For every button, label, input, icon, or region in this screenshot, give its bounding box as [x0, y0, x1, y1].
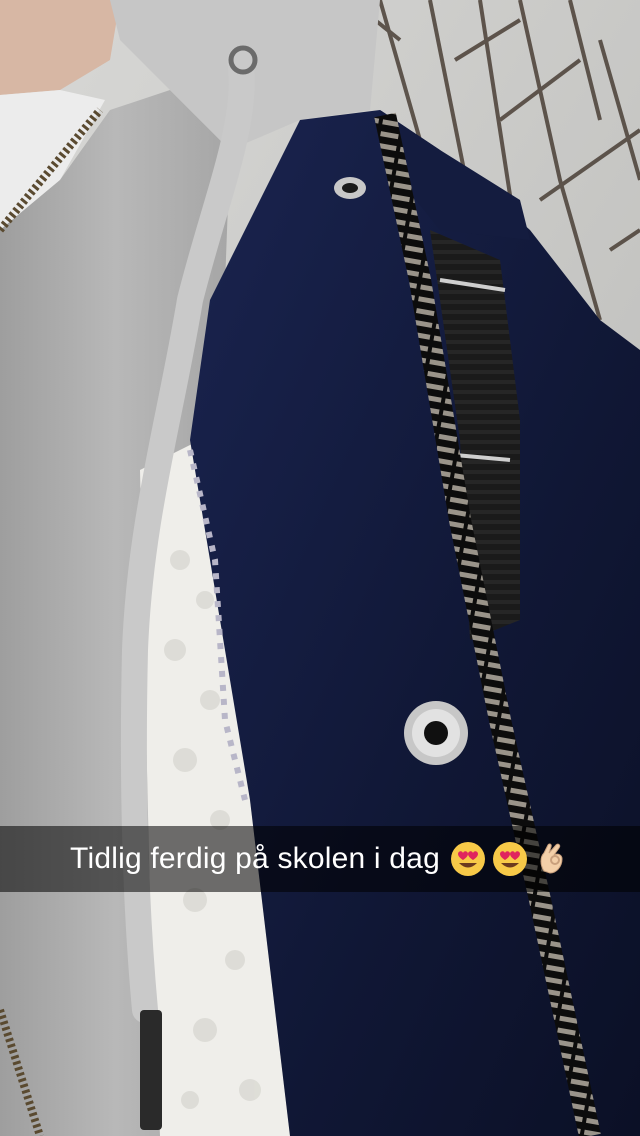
large-eyelet [404, 701, 468, 765]
snapshot-photo [0, 0, 640, 1136]
heart-eyes-emoji-icon [450, 842, 485, 876]
caption-emojis [450, 841, 570, 877]
drawstring-tip [140, 1010, 162, 1130]
caption-bar: Tidlig ferdig på skolen i dag [0, 826, 640, 892]
caption-text: Tidlig ferdig på skolen i dag [70, 842, 440, 875]
ok-hand-emoji-icon [540, 843, 563, 874]
small-eyelet [334, 177, 366, 199]
heart-eyes-emoji-icon [492, 842, 527, 876]
